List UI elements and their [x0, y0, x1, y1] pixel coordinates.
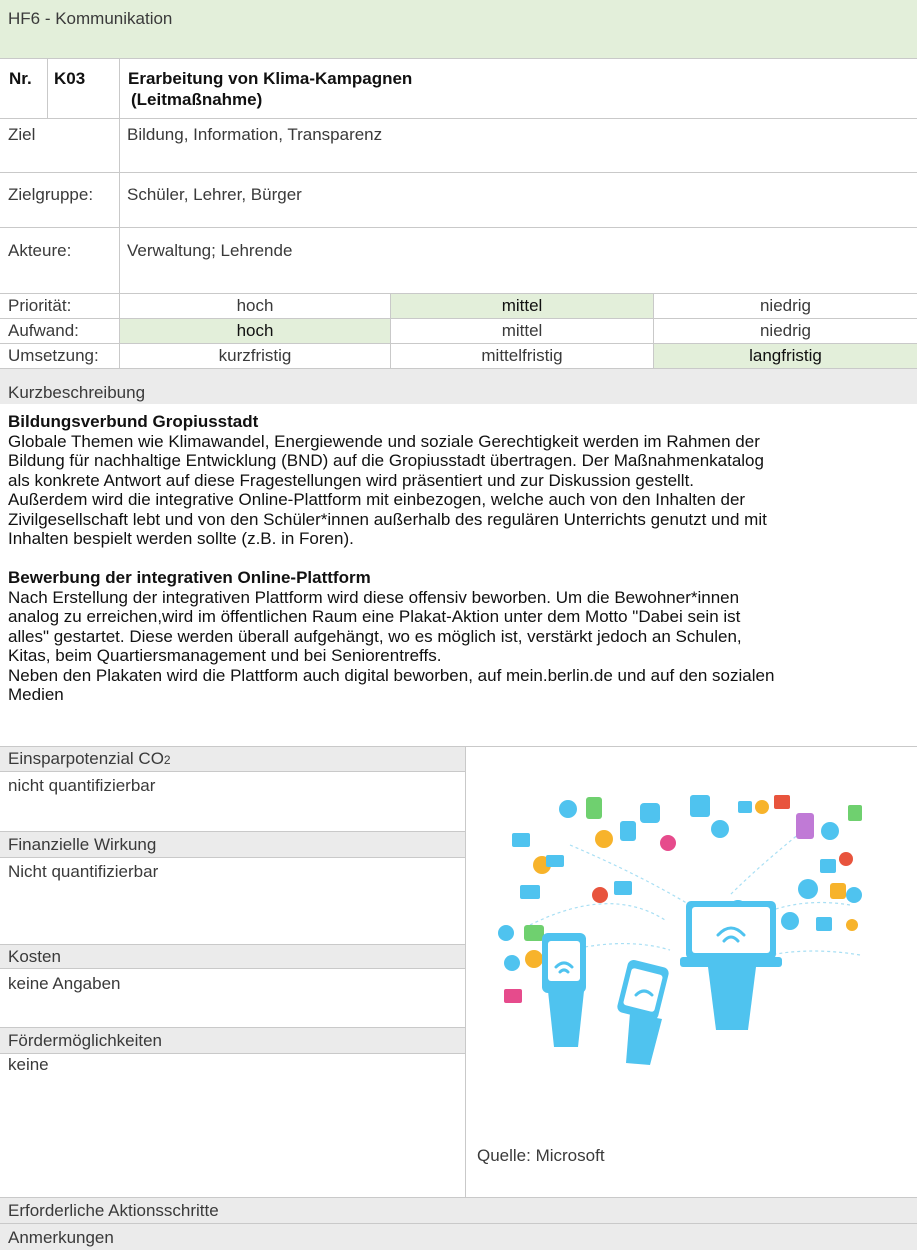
grid-line	[653, 293, 654, 368]
grid-line	[465, 746, 466, 1197]
grid-line	[0, 771, 465, 772]
zielgruppe-label: Zielgruppe:	[8, 185, 94, 204]
co2-value: nicht quantifizierbar	[8, 776, 156, 795]
kosten-label: Kosten	[8, 947, 61, 966]
grid-line	[0, 318, 917, 319]
nr-value: K03	[54, 69, 86, 88]
grid-line	[0, 227, 917, 228]
notes-label: Anmerkungen	[8, 1228, 114, 1247]
akteure-value: Verwaltung; Lehrende	[127, 241, 293, 260]
finanz-label: Finanzielle Wirkung	[8, 835, 157, 854]
section2-line: alles" gestartet. Diese werden überall a…	[8, 626, 742, 646]
grid-line	[390, 293, 391, 368]
section2-heading: Bewerbung der integrativen Online-Plattf…	[8, 568, 371, 587]
grid-line	[0, 172, 917, 173]
ziel-value: Bildung, Information, Transparenz	[127, 125, 383, 144]
grid-line	[0, 857, 465, 858]
section1-line: Bildung für nachhaltige Entwicklung (BND…	[8, 451, 764, 470]
priority-option-low: niedrig	[759, 296, 812, 315]
timeline-label: Umsetzung:	[8, 346, 99, 365]
zielgruppe-value: Schüler, Lehrer, Bürger	[127, 185, 302, 204]
foerder-label: Fördermöglichkeiten	[8, 1031, 163, 1050]
priority-label: Priorität:	[8, 296, 72, 315]
section2-line: Nach Erstellung der integrativen Plattfo…	[8, 587, 740, 607]
grid-line	[0, 968, 465, 969]
section1-heading: Bildungsverbund Gropiusstadt	[8, 412, 259, 431]
timeline-option-short: kurzfristig	[218, 346, 292, 365]
grid-line	[0, 58, 917, 59]
kosten-value: keine Angaben	[8, 974, 121, 993]
grid-line	[0, 1027, 465, 1028]
connected-devices-illustration	[498, 795, 862, 1065]
timeline-option-long: langfristig	[749, 346, 822, 365]
priority-option-high: hoch	[236, 296, 274, 315]
section1-line: Außerdem wird die integrative Online-Pla…	[8, 490, 746, 509]
grid-line	[0, 118, 917, 119]
section2-line: Kitas, beim Quartiersmanagement und bei …	[8, 646, 442, 665]
effort-option-medium: mittel	[501, 321, 543, 340]
image-caption: Quelle: Microsoft	[477, 1146, 605, 1165]
effort-option-low: niedrig	[759, 321, 812, 340]
co2-label: Einsparpotenzial CO2	[8, 749, 171, 768]
akteure-label: Akteure:	[8, 241, 72, 260]
timeline-option-medium: mittelfristig	[481, 346, 563, 365]
description-body: Bildungsverbund Gropiusstadt Globale The…	[8, 412, 917, 705]
grid-line	[0, 368, 917, 369]
grid-line	[0, 1223, 917, 1224]
foerder-value: keine	[8, 1055, 49, 1074]
notes-label-band	[0, 1224, 917, 1250]
kosten-label-band	[0, 944, 465, 968]
section1-line: Zivilgesellschaft lebt und von den Schül…	[8, 509, 767, 529]
grid-line	[0, 343, 917, 344]
effort-label: Aufwand:	[8, 321, 79, 340]
header-title: HF6 - Kommunikation	[8, 9, 173, 28]
section1-line: Globale Themen wie Klimawandel, Energiew…	[8, 431, 760, 451]
grid-line	[0, 1197, 917, 1198]
measure-subtitle: (Leitmaßnahme)	[131, 90, 263, 109]
grid-line	[0, 746, 917, 747]
grid-line	[0, 944, 465, 945]
steps-label: Erforderliche Aktionsschritte	[8, 1201, 219, 1220]
section1-line: Inhalten bespielt werden sollte (z.B. in…	[8, 529, 354, 548]
section2-line: Medien	[8, 685, 64, 704]
ziel-label: Ziel	[8, 125, 36, 144]
priority-option-medium: mittel	[501, 296, 543, 315]
section1-line: als konkrete Antwort auf diese Fragestel…	[8, 470, 695, 490]
grid-line	[119, 58, 120, 368]
description-label: Kurzbeschreibung	[8, 383, 146, 402]
nr-label: Nr.	[9, 69, 32, 88]
co2-subscript: 2	[163, 753, 171, 767]
measure-title: Erarbeitung von Klima-Kampagnen	[128, 69, 413, 88]
section2-line: Neben den Plakaten wird die Plattform au…	[8, 665, 775, 685]
grid-line	[0, 831, 465, 832]
grid-line	[0, 1053, 465, 1054]
effort-option-high: hoch	[236, 321, 274, 340]
finanz-value: Nicht quantifizierbar	[8, 862, 159, 881]
grid-line	[0, 293, 917, 294]
grid-line	[47, 58, 48, 118]
section2-line: analog zu erreichen,wird im öffentlichen…	[8, 607, 741, 626]
